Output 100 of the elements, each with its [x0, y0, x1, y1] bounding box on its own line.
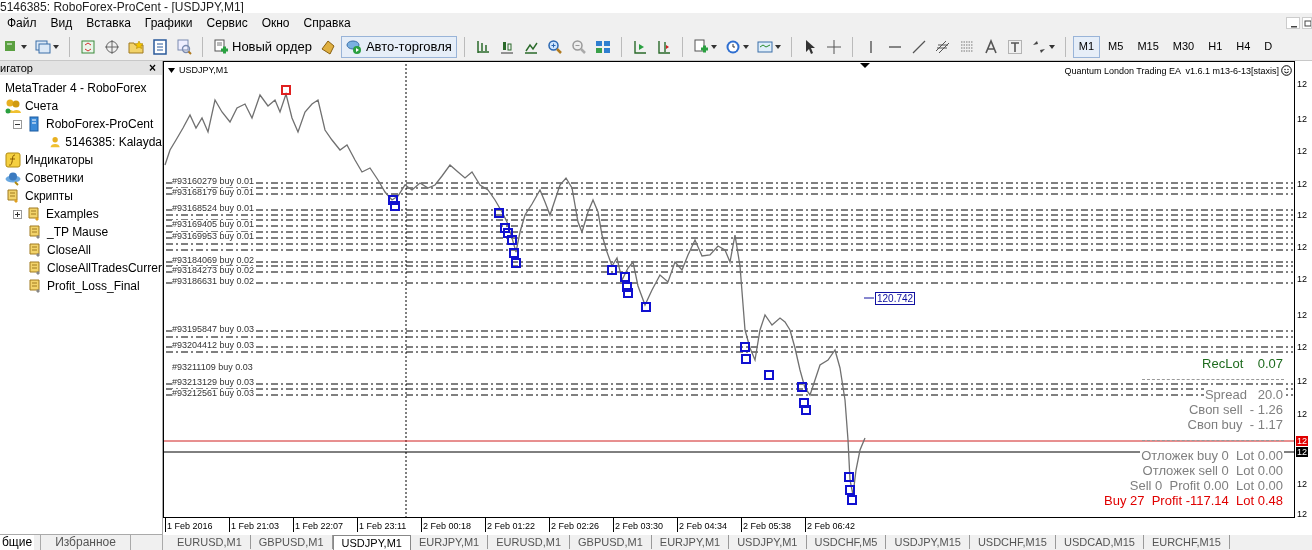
tree-item[interactable]: Счета: [25, 97, 59, 115]
timeframe-button[interactable]: H1: [1202, 35, 1229, 58]
menu-item[interactable]: Окно: [254, 14, 297, 32]
menu-item[interactable]: Графики: [137, 14, 200, 32]
order-label: #93213129 buy 0.03: [172, 378, 255, 387]
chart-tab[interactable]: EURUSD,M1: [169, 535, 251, 549]
close-button[interactable]: ×: [149, 62, 156, 74]
tester-icon[interactable]: [176, 38, 192, 55]
sell-marker: [281, 85, 291, 95]
restore-icon[interactable]: [1302, 17, 1312, 29]
trade-marker: [801, 405, 811, 415]
clock-icon[interactable]: [724, 38, 741, 55]
channel-icon[interactable]: [934, 38, 951, 55]
trade-marker: [764, 370, 774, 380]
timeframe-button[interactable]: M15: [1131, 35, 1165, 58]
text-a-icon[interactable]: [982, 38, 999, 55]
caret-icon[interactable]: [168, 67, 175, 73]
timeframe-button[interactable]: M1: [1072, 35, 1101, 58]
caret-icon[interactable]: [742, 44, 749, 49]
time-tick: 2 Feb 05:38: [741, 518, 805, 532]
chart-tab[interactable]: USDJPY,M1: [332, 535, 411, 550]
menu-item[interactable]: Вид: [43, 14, 80, 32]
tree-item[interactable]: Индикаторы: [25, 151, 94, 169]
tree-item[interactable]: Скрипты: [25, 187, 73, 205]
smiley-icon: [1281, 65, 1292, 76]
caret-icon[interactable]: [21, 44, 27, 49]
zoom-out-icon[interactable]: [570, 38, 587, 55]
price-tick: 12: [1296, 79, 1308, 89]
caret-icon[interactable]: [1048, 44, 1055, 49]
info-text: Sell 0 Profit 0.00 Lot 0.00: [1128, 478, 1284, 493]
info-text: Buy 27 Profit -117.14 Lot 0.48: [1103, 493, 1284, 508]
trade-marker: [620, 272, 630, 282]
chart-tab[interactable]: USDJPY,M15: [886, 535, 970, 549]
time-tick: 2 Feb 01:22: [485, 518, 549, 532]
trade-marker: [847, 495, 857, 505]
auto-trading-button[interactable]: Авто-торговля: [340, 35, 457, 58]
menu-item[interactable]: Файл: [0, 14, 44, 32]
chart-tab[interactable]: EURJPY,M1: [651, 535, 730, 549]
price-tick: 12: [1296, 447, 1308, 457]
chart-tab[interactable]: EURJPY,M1: [410, 535, 489, 549]
caret-icon[interactable]: [710, 44, 717, 49]
timeframe-button[interactable]: H4: [1230, 35, 1257, 58]
tree-item[interactable]: Profit_Loss_Final: [47, 277, 140, 295]
time-tick: 2 Feb 06:42: [805, 518, 869, 532]
tree-item[interactable]: _TP Mause: [47, 223, 109, 241]
price-tick: 12: [1296, 509, 1308, 519]
navigator-icon[interactable]: [128, 38, 144, 55]
bars-icon[interactable]: [474, 38, 491, 55]
trade-marker: [740, 342, 750, 352]
price-tick: 12: [1296, 479, 1308, 489]
zoom-in-icon[interactable]: [546, 38, 563, 55]
timeframe-button[interactable]: M5: [1102, 35, 1130, 58]
scroll-chart-icon[interactable]: [631, 38, 648, 55]
tree-item[interactable]: MetaTrader 4 - RoboForex: [5, 79, 147, 97]
tile-windows-icon[interactable]: [594, 38, 611, 55]
person-icon: [49, 134, 62, 150]
menu-item[interactable]: Вставка: [79, 14, 138, 32]
time-tick: 2 Feb 00:18: [421, 518, 485, 532]
menu-item[interactable]: Справка: [296, 14, 358, 32]
caret-icon[interactable]: [774, 44, 781, 49]
chart-tab[interactable]: USDCAD,M15: [1055, 535, 1144, 549]
chart-tab[interactable]: USDCHF,M5: [806, 535, 887, 549]
terminal-icon[interactable]: [152, 38, 168, 55]
new-order-button[interactable]: Новый ордер: [210, 35, 315, 58]
expand-icon[interactable]: [13, 209, 22, 219]
market-watch-icon[interactable]: [80, 38, 96, 55]
panel-tab[interactable]: Избранное: [40, 535, 131, 550]
chart-shift-icon[interactable]: [655, 38, 672, 55]
tree-item[interactable]: 5146385: Kalayda: [65, 133, 162, 151]
chart-tab[interactable]: USDCHF,M15: [969, 535, 1056, 549]
time-tick: 2 Feb 04:34: [677, 518, 741, 532]
chart-tab[interactable]: GBPUSD,M1: [250, 535, 333, 549]
data-window-icon[interactable]: [104, 38, 120, 55]
order-label: #93186631 buy 0.02: [172, 277, 255, 286]
panel-tab[interactable]: бщие: [0, 535, 35, 550]
chart-tab[interactable]: EURUSD,M1: [488, 535, 571, 549]
trade-marker: [844, 472, 854, 482]
tree-item[interactable]: RoboForex-ProCent: [46, 115, 154, 133]
tree-item[interactable]: Советники: [25, 169, 84, 187]
trade-marker: [622, 282, 632, 292]
tree-item[interactable]: CloseAllTradesCurrer: [47, 259, 162, 277]
trade-marker: [607, 265, 617, 275]
tree-item[interactable]: CloseAll: [47, 241, 91, 259]
price-label: 120.742: [875, 292, 916, 305]
chart-tab[interactable]: USDJPY,M1: [729, 535, 807, 549]
scroll-icon: [5, 188, 21, 204]
order-label: #93169953 buy 0.01: [172, 232, 255, 241]
caret-icon[interactable]: [53, 44, 59, 49]
tree-item[interactable]: Examples: [46, 205, 99, 223]
chart-tab[interactable]: GBPUSD,M1: [570, 535, 652, 549]
chart-tab[interactable]: EURCHF,M15: [1143, 535, 1230, 549]
menu-item[interactable]: Сервис: [199, 14, 255, 32]
trend-line-icon[interactable]: [910, 38, 927, 55]
text-label-icon[interactable]: [1006, 38, 1023, 55]
minimize-icon[interactable]: [1286, 17, 1300, 29]
trade-marker: [641, 302, 651, 312]
time-tick: 1 Feb 23:11: [357, 518, 421, 532]
timeframe-button[interactable]: M30: [1166, 35, 1201, 58]
timeframe-button[interactable]: D: [1258, 35, 1279, 58]
collapse-icon[interactable]: [13, 119, 22, 129]
